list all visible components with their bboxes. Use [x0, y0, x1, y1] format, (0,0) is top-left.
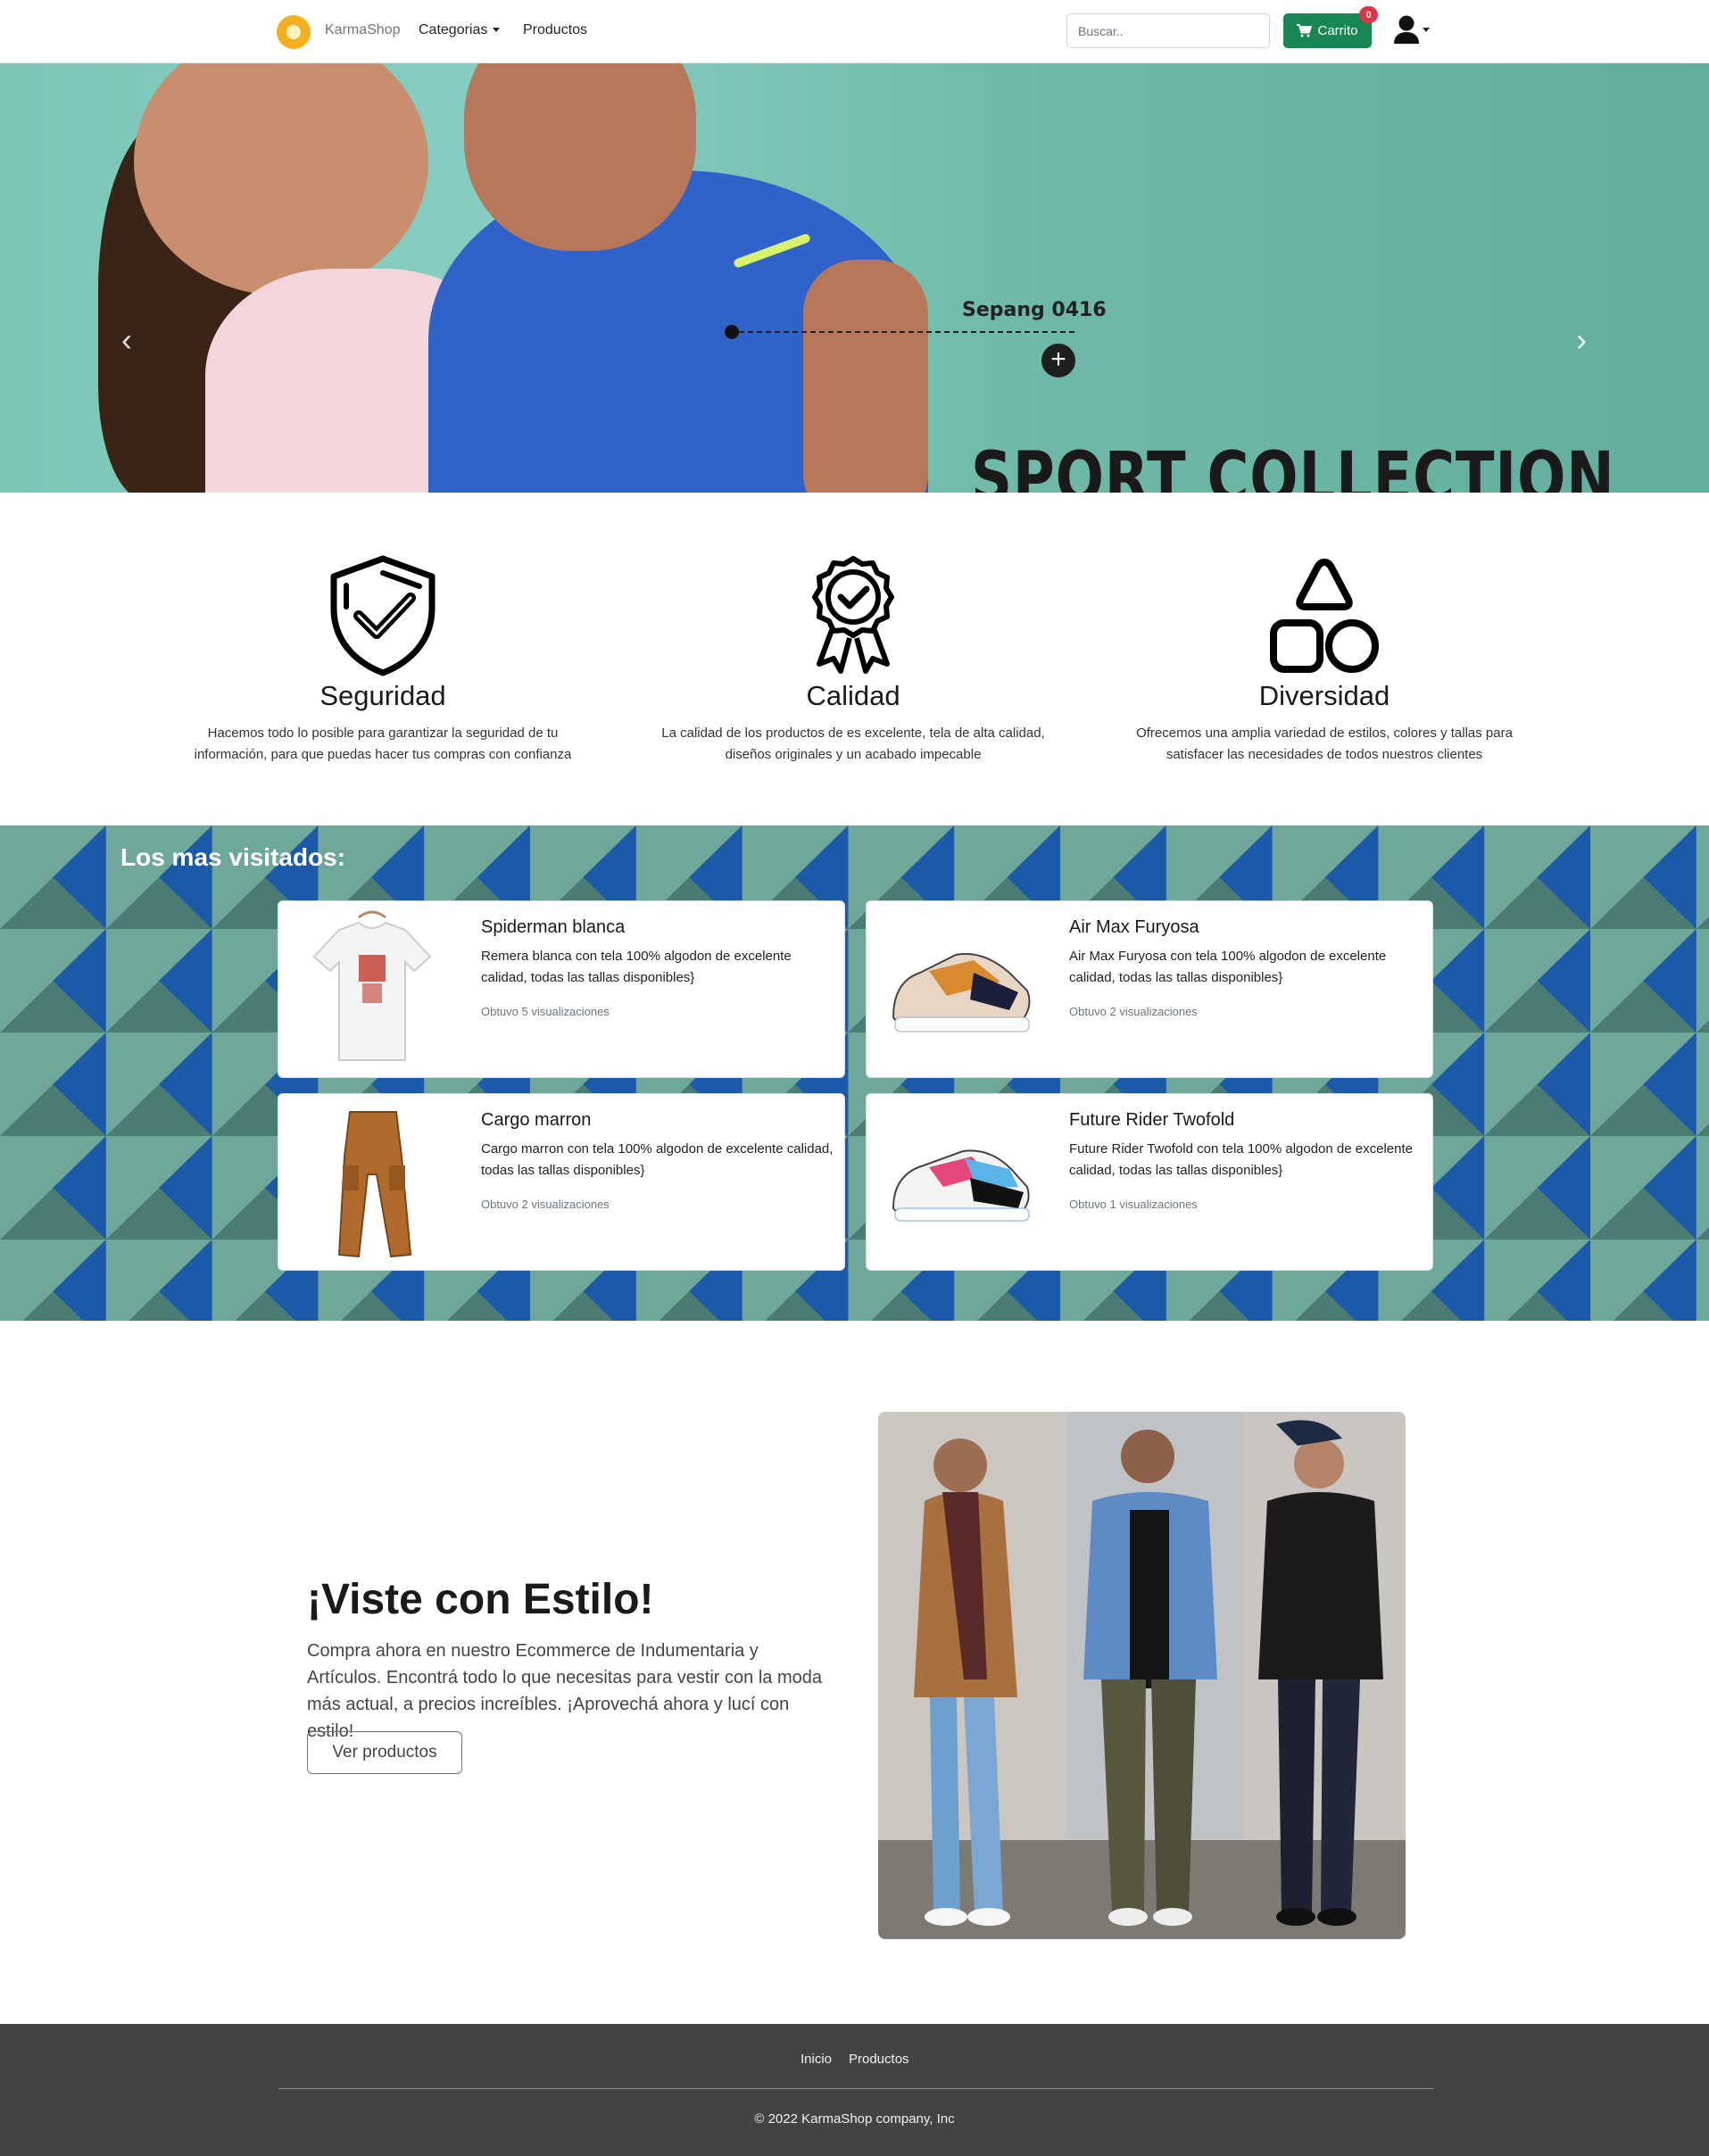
award-badge-icon [812, 556, 894, 674]
product-thumbnail-sneaker [892, 1149, 1030, 1222]
product-views: Obtuvo 2 visualizaciones [481, 1198, 610, 1211]
product-card[interactable]: Cargo marron Cargo marron con tela 100% … [278, 1093, 845, 1271]
hero-carousel: Sepang 0416 + SPORT COLLECTION ‹ › [0, 63, 1709, 493]
carousel-prev-icon[interactable]: ‹ [116, 322, 137, 358]
most-visited-section: Los mas visitados: Spiderman blanca Reme… [0, 825, 1709, 1321]
product-description: Cargo marron con tela 100% algodon de ex… [481, 1141, 834, 1178]
feature-title: Seguridad [319, 680, 446, 711]
product-views: Obtuvo 1 visualizaciones [1069, 1198, 1198, 1211]
feature-title: Calidad [806, 680, 900, 711]
feature-text: Hacemos todo lo posible para garantizar … [194, 726, 572, 762]
hero-image-man-face [464, 63, 696, 251]
section-title: Los mas visitados: [120, 843, 346, 871]
cart-label: Carrito [1317, 23, 1358, 38]
navbar: KarmaShop Categorias Productos Carrito 0 [0, 0, 1709, 63]
caret-down-icon [1423, 27, 1430, 32]
footer-link-inicio[interactable]: Inicio [801, 2052, 832, 2067]
hero-hotspot-dot [725, 325, 739, 339]
feature-text: Ofrecemos una amplia variedad de estilos… [1136, 726, 1513, 762]
caret-down-icon [493, 28, 501, 33]
nav-categorias-label: Categorias [419, 22, 488, 37]
feature-seguridad: Seguridad Hacemos todo lo posible para g… [178, 553, 588, 766]
footer: Inicio Productos © 2022 KarmaShop compan… [0, 2024, 1709, 2156]
promo-image-street-style [878, 1412, 1406, 1939]
user-menu-dropdown[interactable] [1393, 14, 1430, 45]
product-thumbnail-tshirt [312, 910, 432, 1061]
product-views: Obtuvo 2 visualizaciones [1069, 1005, 1198, 1018]
hero-hotspot-line [739, 331, 1074, 333]
shapes-icon [1270, 559, 1379, 673]
product-name[interactable]: Spiderman blanca [481, 917, 625, 938]
product-name[interactable]: Future Rider Twofold [1069, 1110, 1234, 1131]
footer-copyright: © 2022 KarmaShop company, Inc [754, 2111, 955, 2127]
product-card[interactable]: Spiderman blanca Remera blanca con tela … [278, 900, 845, 1078]
cart-button[interactable]: Carrito [1283, 13, 1372, 48]
product-views: Obtuvo 5 visualizaciones [481, 1005, 610, 1018]
product-name[interactable]: Cargo marron [481, 1110, 591, 1131]
product-card[interactable]: Air Max Furyosa Air Max Furyosa con tela… [866, 900, 1433, 1078]
product-thumbnail-cargo-pants [337, 1111, 412, 1258]
ver-productos-button[interactable]: Ver productos [307, 1731, 462, 1774]
brand-logo[interactable] [277, 15, 311, 49]
hero-title: SPORT COLLECTION [971, 438, 1615, 493]
feature-calidad: Calidad La calidad de los productos de e… [648, 553, 1058, 766]
nav-categorias-dropdown[interactable]: Categorias [419, 22, 501, 38]
carousel-next-icon[interactable]: › [1571, 322, 1592, 358]
promo-title: ¡Viste con Estilo! [307, 1576, 654, 1623]
cart-icon [1297, 24, 1313, 37]
cart-count-badge: 0 [1359, 6, 1378, 23]
shield-check-icon [330, 555, 436, 676]
brand-name[interactable]: KarmaShop [325, 22, 401, 38]
product-description: Remera blanca con tela 100% algodon de e… [481, 949, 792, 985]
feature-title: Diversidad [1258, 680, 1390, 711]
feature-text: La calidad de los productos de es excele… [661, 726, 1045, 762]
product-card[interactable]: Future Rider Twofold Future Rider Twofol… [866, 1093, 1433, 1271]
hero-image-man-arm [803, 260, 928, 493]
background-pattern [0, 825, 1709, 1321]
product-name[interactable]: Air Max Furyosa [1069, 917, 1199, 938]
product-thumbnail-sneaker [892, 952, 1031, 1032]
product-description: Future Rider Twofold con tela 100% algod… [1069, 1141, 1413, 1178]
feature-diversidad: Diversidad Ofrecemos una amplia variedad… [1119, 553, 1530, 766]
user-avatar-icon [1394, 15, 1419, 44]
nav-productos-link[interactable]: Productos [523, 22, 587, 38]
product-description: Air Max Furyosa con tela 100% algodon de… [1069, 949, 1387, 985]
footer-divider [278, 2088, 1433, 2089]
hero-product-tag: Sepang 0416 [962, 299, 1107, 321]
search-input[interactable] [1066, 13, 1270, 48]
footer-link-productos[interactable]: Productos [849, 2052, 909, 2067]
promo-text: Compra ahora en nuestro Ecommerce de Ind… [307, 1641, 822, 1741]
hero-plus-icon[interactable]: + [1041, 344, 1075, 377]
